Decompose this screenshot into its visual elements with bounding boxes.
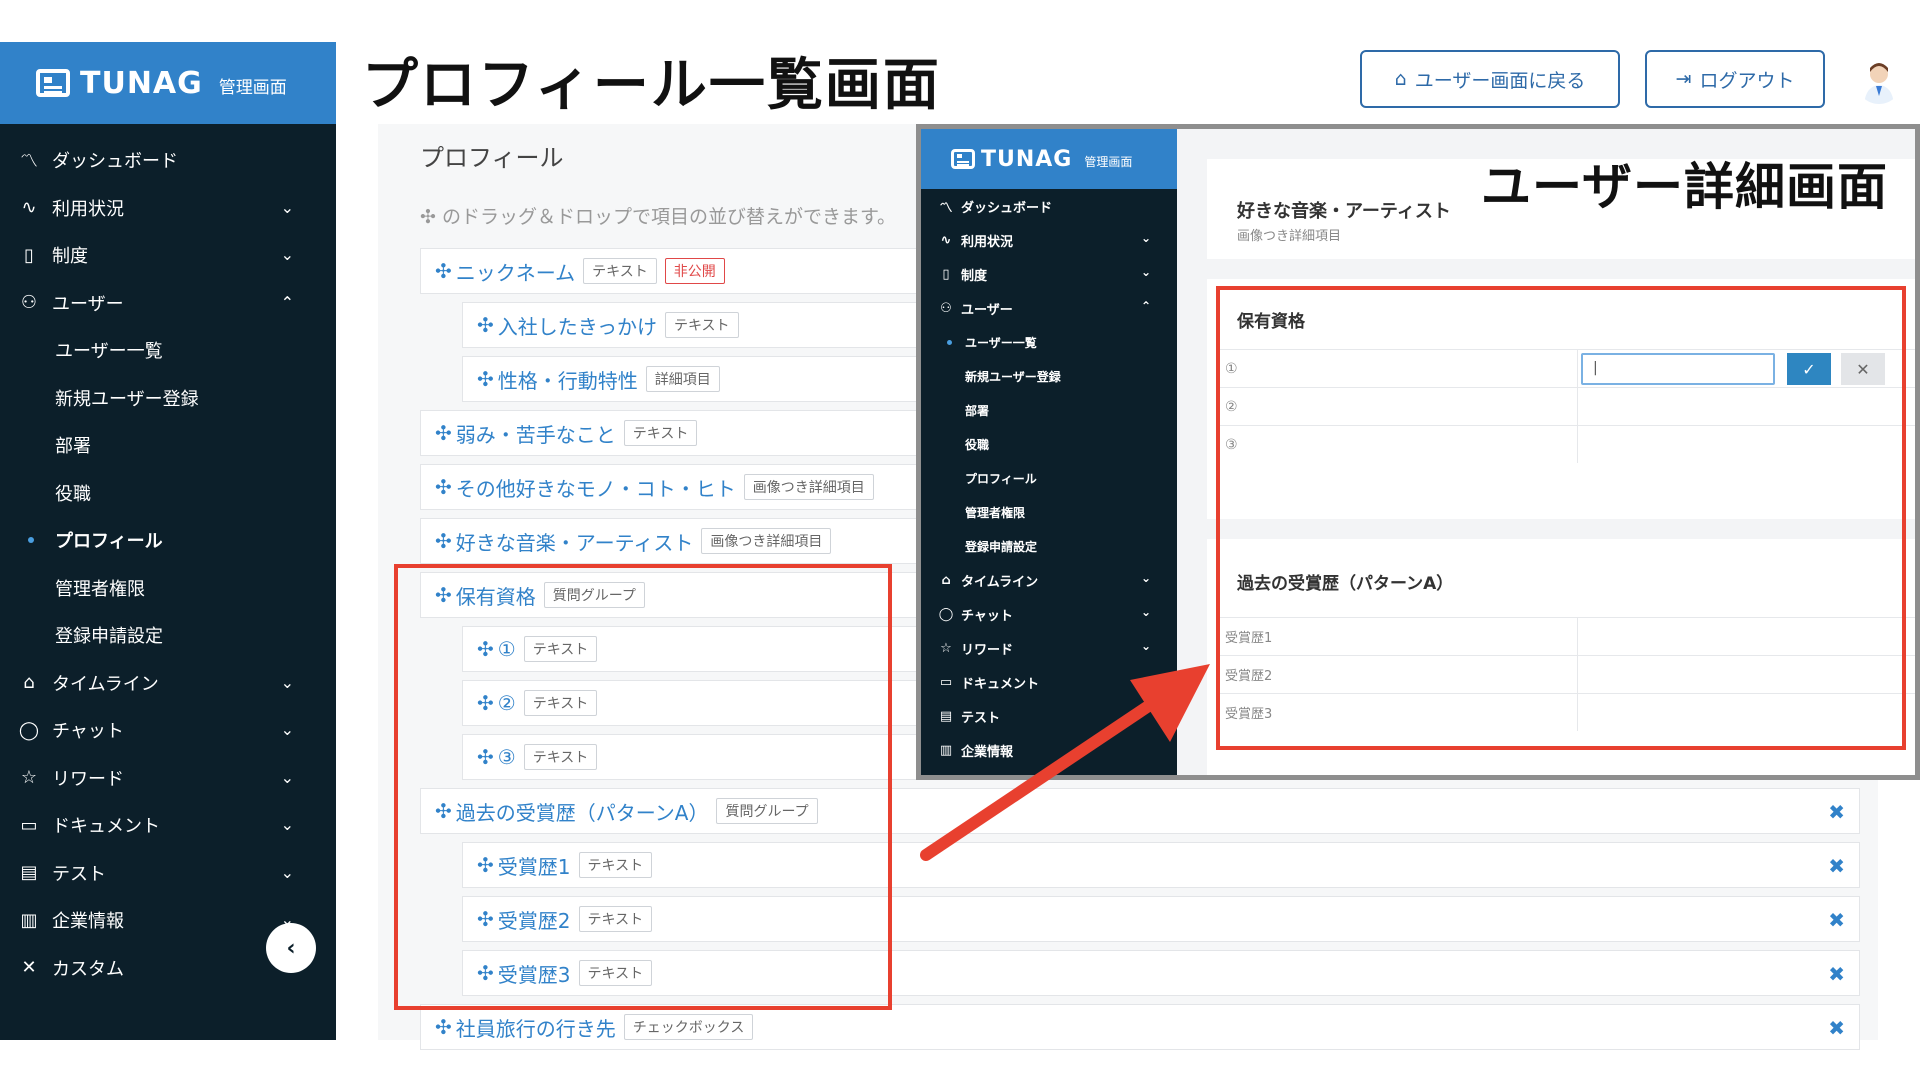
chevron-left-icon: ‹ [286,935,296,961]
sidebar-collapse-button[interactable]: ‹ [266,923,316,973]
arrow-graphic [920,664,1210,861]
arrow-head [1130,664,1210,742]
arrow-shaft [920,699,1156,861]
